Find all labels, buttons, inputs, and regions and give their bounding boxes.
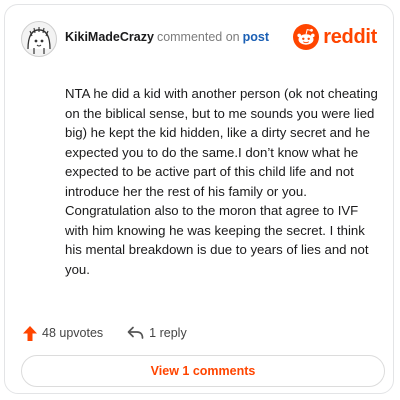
upvote-arrow-icon [23, 325, 37, 341]
commented-on-text: commented on [156, 30, 240, 44]
comment-meta: KikiMadeCrazy commented on post [65, 30, 269, 44]
comment-actions: 48 upvotes 1 reply [23, 323, 187, 343]
comment-card: KikiMadeCrazy commented on post reddit NTA… [4, 4, 394, 394]
comment-header: KikiMadeCrazy commented on post reddit [21, 19, 381, 59]
reddit-logo-icon [293, 24, 320, 50]
reddit-brand[interactable]: reddit [293, 23, 377, 51]
post-link[interactable]: post [243, 30, 269, 44]
reply-button[interactable]: 1 reply [127, 326, 187, 340]
reply-count: 1 reply [149, 326, 187, 340]
upvote-button[interactable]: 48 upvotes [23, 325, 104, 341]
username-link[interactable]: KikiMadeCrazy [65, 30, 154, 44]
reply-arrow-icon [127, 326, 144, 339]
reddit-wordmark: reddit [323, 25, 377, 48]
comment-body: NTA he did a kid with another person (ok… [65, 86, 378, 277]
view-comments-button[interactable]: View 1 comments [21, 355, 385, 387]
avatar-icon[interactable] [21, 21, 57, 57]
upvote-count: 48 upvotes [42, 326, 104, 340]
